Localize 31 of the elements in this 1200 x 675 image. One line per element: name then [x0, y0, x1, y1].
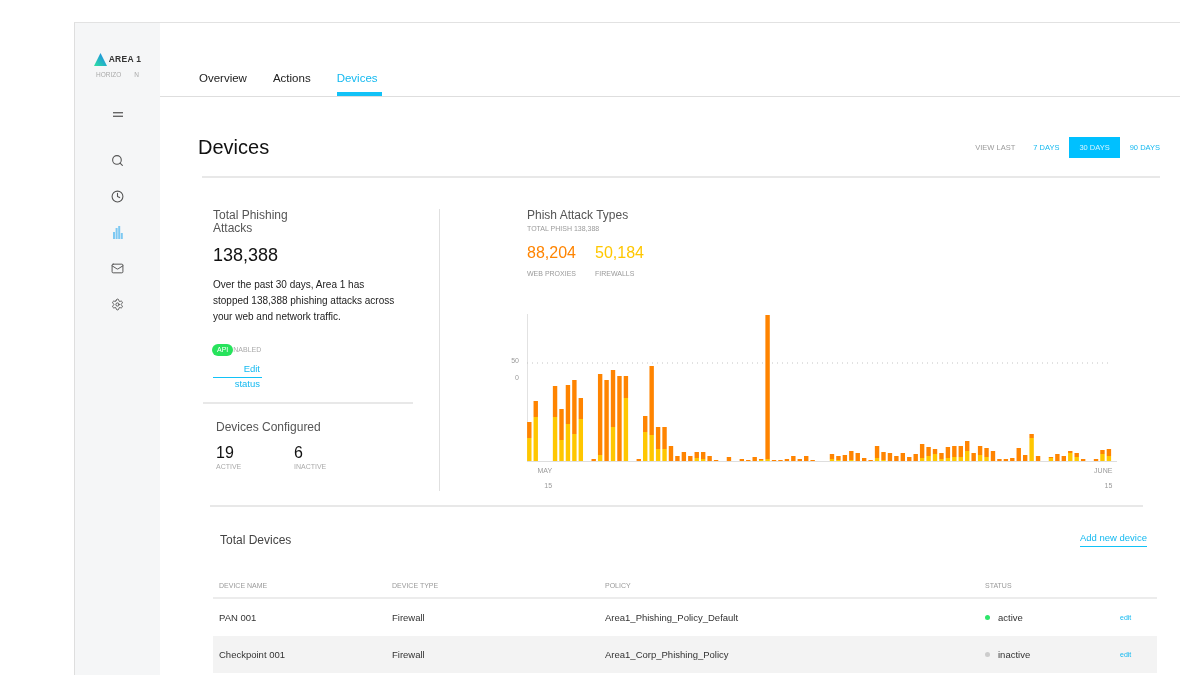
count-value: 6 [294, 444, 303, 462]
search-icon [111, 153, 124, 167]
total-value: 50,184 [595, 244, 644, 262]
section-title: Total Devices [220, 532, 292, 547]
chart-title: Phish Attack Types [527, 209, 629, 222]
table-cell: Area1_Corp_Phishing_Policy [605, 649, 729, 660]
menu-icon [112, 111, 123, 117]
add-device-link[interactable]: Add new device [1079, 532, 1147, 547]
stat-title: Total Phishing Attacks [213, 209, 289, 235]
tab[interactable]: Overview [199, 71, 251, 96]
brand-name: AREA 1 [108, 53, 142, 66]
settings-icon [111, 297, 124, 311]
status-text: inactive [998, 649, 1031, 660]
total-value: 88,204 [527, 244, 576, 262]
bar-chart-icon [112, 225, 123, 239]
tab[interactable]: Devices [336, 71, 382, 96]
table-cell: Firewall [392, 649, 425, 660]
table-cell: PAN 001 [219, 612, 257, 623]
table-cell: Firewall [392, 612, 425, 623]
status-text: active [998, 612, 1023, 623]
tab[interactable]: Actions [272, 71, 315, 96]
table-cell: Area1_Phishing_Policy_Default [605, 612, 739, 623]
mail-icon [111, 261, 124, 275]
clock-icon [111, 189, 124, 203]
table-cell: Checkpoint 001 [219, 649, 286, 660]
stat-title: Devices Configured [216, 421, 321, 434]
stat-value: 138,388 [213, 245, 279, 265]
description-text: Over the past 30 days, Area 1 has stopped 138,388 phishing attacks across your web and network traffic. [213, 278, 396, 324]
page-title: Devices [198, 135, 270, 160]
count-value: 19 [216, 444, 234, 462]
triangle-logo-icon [93, 53, 107, 66]
